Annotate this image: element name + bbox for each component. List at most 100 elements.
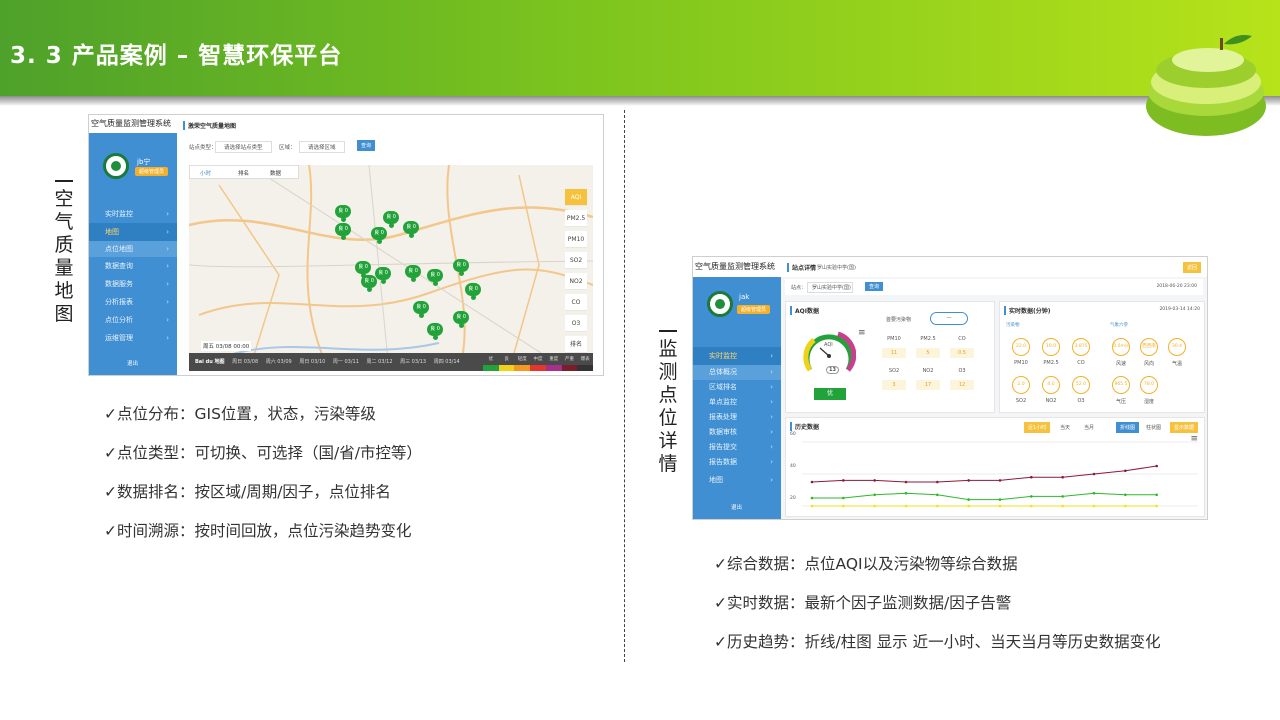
- factor-no2[interactable]: NO2: [565, 273, 587, 290]
- data-point: [842, 496, 845, 500]
- detail-topbar: 站点详情 罗山实验中学(国) 返回: [781, 257, 1207, 277]
- history-line-chart[interactable]: [802, 434, 1198, 514]
- data-point: [998, 498, 1002, 501]
- data-point: [1030, 504, 1033, 508]
- menu-icon[interactable]: ≡: [858, 328, 866, 338]
- site-select[interactable]: 罗山实验中学(国): [807, 282, 853, 293]
- tab-rank[interactable]: 排名: [238, 169, 249, 177]
- factor-pm25[interactable]: PM2.5: [565, 210, 587, 227]
- primary-pollutant-label: 首要污染物: [886, 317, 912, 323]
- timeline-tick[interactable]: 周六 03/09: [266, 353, 292, 371]
- factor-o3[interactable]: O3: [565, 315, 587, 332]
- tab-last-hour[interactable]: 近1小时: [1024, 422, 1051, 433]
- data-point: [873, 493, 876, 497]
- weather-value: 78.0: [1140, 376, 1158, 394]
- menu-item[interactable]: 数据服务: [89, 275, 177, 293]
- tab-hour[interactable]: 小时: [200, 169, 211, 177]
- factor-so2[interactable]: SO2: [565, 252, 587, 269]
- menu-item[interactable]: 报告提交: [693, 440, 781, 455]
- menu-item[interactable]: 实时监控: [89, 205, 177, 223]
- site-pin[interactable]: 良 0: [375, 267, 391, 284]
- page-title: 激荣空气质量地图: [183, 121, 236, 130]
- map-tabs: 小时 排名 数据: [189, 165, 299, 179]
- menu-item[interactable]: 运维管理: [89, 329, 177, 347]
- timeline-bar[interactable]: Bai du 地图 周日 03/08 周六 03/09 周日 03/10 周一 …: [189, 353, 593, 371]
- data-point: [936, 480, 939, 484]
- site-pin[interactable]: 良 0: [383, 211, 399, 228]
- site-pin[interactable]: 良 0: [335, 205, 351, 222]
- history-card: 历史数据 近1小时 当天 当月 折线图 柱状图 显示数据 ≡ 60 40 20: [785, 417, 1205, 517]
- menu-item[interactable]: 区域排名: [693, 380, 781, 395]
- data-point: [1092, 491, 1096, 495]
- legend-swatch: [545, 365, 562, 371]
- menu-item[interactable]: 单点监控: [693, 395, 781, 410]
- site-pin[interactable]: 良 0: [405, 265, 421, 282]
- data-point: [810, 504, 814, 508]
- site-pin[interactable]: 良 0: [355, 261, 371, 278]
- query-button[interactable]: 查询: [357, 140, 376, 151]
- menu-item[interactable]: 分析报表: [89, 293, 177, 311]
- show-data-button[interactable]: 显示数据: [1170, 422, 1199, 433]
- realtime-time: 2019-03-14 14:20: [1159, 307, 1200, 312]
- aqi-value: 13: [826, 366, 839, 374]
- data-point: [1092, 504, 1096, 508]
- site-pin[interactable]: 良 0: [403, 221, 419, 238]
- back-button[interactable]: 返回: [1182, 262, 1201, 273]
- site-pin[interactable]: 良 0: [427, 323, 443, 340]
- menu-item[interactable]: 地图: [89, 223, 177, 241]
- menu-item[interactable]: 数据审核: [693, 425, 781, 440]
- menu-item[interactable]: 点位分析: [89, 311, 177, 329]
- site-pin[interactable]: 良 0: [453, 311, 469, 328]
- site-pin[interactable]: 良 0: [371, 227, 387, 244]
- site-type-select[interactable]: 请选择站点类型: [215, 141, 272, 153]
- app-title: 空气质量监测管理系统: [89, 115, 177, 133]
- data-point: [1124, 493, 1127, 497]
- data-point: [1061, 495, 1064, 498]
- realtime-card-title: 实时数据(分钟): [1004, 306, 1051, 315]
- realtime-name: NO2: [1045, 398, 1057, 404]
- tab-data[interactable]: 数据: [270, 169, 281, 177]
- data-point: [873, 479, 876, 482]
- air-quality-map-screenshot: jb宁 超级管理员 实时监控 地图 点位地图 数据查询 数据服务 分析报表 点位…: [88, 114, 604, 376]
- timeline-tick[interactable]: 周二 03/12: [367, 353, 393, 371]
- factor-co[interactable]: CO: [565, 294, 587, 311]
- timeline-tick[interactable]: 周日 03/08: [232, 353, 258, 371]
- site-pin[interactable]: 良 0: [413, 301, 429, 318]
- user-name: jb宁: [137, 158, 151, 166]
- site-pin[interactable]: 良 0: [465, 283, 481, 300]
- factor-rank[interactable]: 排名: [565, 336, 587, 353]
- legend-swatch: [514, 365, 531, 371]
- menu-item[interactable]: 点位地图: [89, 241, 177, 257]
- area-select[interactable]: 请选择区域: [299, 141, 345, 153]
- map-view[interactable]: 小时 排名 数据 良 0 良 0 良 0 良 0 良 0 良 0 良 0 良 0…: [189, 165, 593, 371]
- menu-item[interactable]: 地图: [693, 471, 781, 489]
- role-badge: 超级管理员: [135, 167, 169, 176]
- site-pin[interactable]: 良 0: [361, 275, 377, 292]
- data-point: [1155, 493, 1158, 497]
- site-pin[interactable]: 良 0: [335, 223, 351, 240]
- logout-link[interactable]: 退出: [731, 503, 742, 511]
- site-pin[interactable]: 良 0: [453, 259, 469, 276]
- aqi-level-badge: 优: [814, 388, 846, 400]
- timeline-tick[interactable]: 周一 03/11: [333, 353, 359, 371]
- site-pin[interactable]: 良 0: [427, 269, 443, 286]
- timeline-tick[interactable]: 周日 03/10: [299, 353, 325, 371]
- menu-item[interactable]: 总体概况: [693, 365, 781, 380]
- menu-item[interactable]: 数据查询: [89, 257, 177, 275]
- query-button[interactable]: 查询: [865, 282, 884, 291]
- site-filter-bar: 站点： 罗山实验中学(国) 查询 2018-06-20 23:00: [785, 279, 1203, 295]
- timeline-tick[interactable]: 周三 03/13: [400, 353, 426, 371]
- tab-line-chart[interactable]: 折线图: [1116, 422, 1140, 433]
- data-point: [810, 480, 814, 484]
- y-tick: 20: [790, 496, 796, 501]
- timeline-tick[interactable]: 周四 03/14: [434, 353, 460, 371]
- menu-item[interactable]: 报告数据: [693, 455, 781, 470]
- menu-item[interactable]: 实时监控: [693, 347, 781, 365]
- tab-bar-chart[interactable]: 柱状图: [1142, 422, 1165, 433]
- menu-item[interactable]: 报表处理: [693, 410, 781, 425]
- factor-aqi[interactable]: AQI: [565, 189, 587, 206]
- tab-this-month[interactable]: 当月: [1080, 422, 1098, 433]
- tab-today[interactable]: 当天: [1056, 422, 1074, 433]
- logout-link[interactable]: 退出: [127, 359, 138, 367]
- factor-pm10[interactable]: PM10: [565, 231, 587, 248]
